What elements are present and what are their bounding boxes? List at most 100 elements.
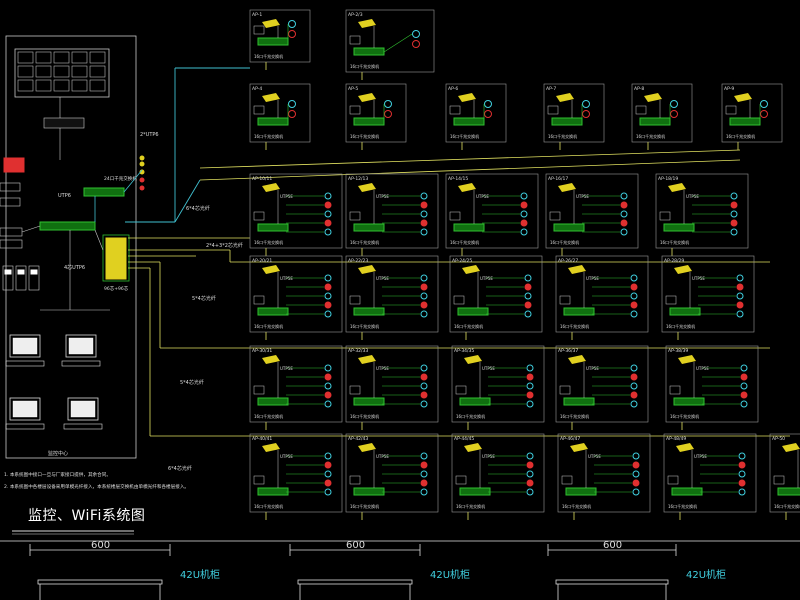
cell-label: AP-6 <box>448 86 458 92</box>
cell-label: AP-50 <box>772 436 785 442</box>
video-wall-screen <box>53 79 70 92</box>
wifi-ap-cyan <box>484 100 492 108</box>
cable-type: UTP5E <box>376 276 389 281</box>
floor-cell: AP-1 16口千兆交换机 <box>249 9 311 70</box>
cable-type: UTP5E <box>376 366 389 371</box>
cable-type: UTP5E <box>586 366 599 371</box>
wifi-ap <box>524 274 532 282</box>
patch-panel <box>667 475 679 485</box>
floor-switch <box>777 487 800 496</box>
access-point <box>570 443 588 452</box>
rack-label: 42U机柜 <box>180 568 220 581</box>
floor-cell: AP-2/3 16口千兆交换机 <box>345 9 435 80</box>
floor-switch <box>669 307 701 316</box>
wifi-ap <box>632 452 640 460</box>
access-point <box>644 93 662 102</box>
cabinet-dimension: 600 42U机柜 <box>29 540 220 600</box>
wifi-ap <box>324 201 332 209</box>
cable-type: UTP5E <box>280 276 293 281</box>
wifi-ap <box>620 219 628 227</box>
access-point <box>668 183 686 192</box>
wifi-ap <box>738 479 746 487</box>
access-point <box>676 443 694 452</box>
wifi-ap <box>736 292 744 300</box>
floor-switch <box>673 397 705 406</box>
poe-switch <box>83 187 125 197</box>
access-point <box>568 265 586 274</box>
fiber-port <box>105 240 127 244</box>
wifi-ap-red <box>670 110 678 118</box>
floor-switch <box>459 397 491 406</box>
switch-label: 16口千兆交换机 <box>774 503 800 509</box>
wifi-ap <box>632 461 640 469</box>
wifi-ap <box>740 382 748 390</box>
wifi-ap <box>736 283 744 291</box>
video-wall-screen <box>89 65 106 78</box>
switch-label: 16口千兆交换机 <box>254 323 283 329</box>
floor-cell: AP-5 16口千兆交换机 <box>345 83 407 150</box>
wifi-ap <box>630 382 638 390</box>
floor-switch <box>353 223 385 232</box>
floor-switch <box>257 487 289 496</box>
floor-cell: AP-14/15 UTP5E 16口千兆交换机 <box>445 173 539 256</box>
floor-switch <box>453 117 485 126</box>
cable-type: UTP5E <box>576 194 589 199</box>
fiber-port <box>105 264 127 268</box>
wifi-ap <box>420 283 428 291</box>
cell-frame <box>345 345 439 423</box>
floor-cell: AP-30/31 UTP5E 16口千兆交换机 <box>249 345 343 430</box>
wifi-ap <box>526 391 534 399</box>
wifi-ap <box>324 479 332 487</box>
fiber-port <box>105 261 127 265</box>
wifi-ap <box>736 301 744 309</box>
wifi-ap <box>740 391 748 399</box>
wifi-ap <box>420 373 428 381</box>
wifi-ap-red <box>288 30 296 38</box>
floor-cell: AP-36/37 UTP5E 16口千兆交换机 <box>555 345 649 430</box>
patch-panel <box>253 25 265 35</box>
wifi-ap <box>324 364 332 372</box>
wifi-ap <box>420 452 428 460</box>
floor-switch <box>257 37 289 46</box>
patch-panel <box>253 295 265 305</box>
switch-label: 16口千兆交换机 <box>350 413 379 419</box>
wifi-ap-red <box>412 40 420 48</box>
cell-label: AP-44/45 <box>454 436 474 442</box>
cell-label: AP-30/31 <box>252 348 272 354</box>
patch-panel <box>561 475 573 485</box>
fiber-port <box>105 249 127 253</box>
rack-label: 42U机柜 <box>430 568 470 581</box>
cable-type: UTP5E <box>280 194 293 199</box>
wifi-ap <box>520 228 528 236</box>
cell-label: AP-2/3 <box>348 12 363 18</box>
patch-panel <box>349 475 361 485</box>
cable-type: UTP5E <box>280 366 293 371</box>
switch-label: 16口千兆交换机 <box>450 133 479 139</box>
access-point <box>358 183 376 192</box>
video-wall-screen <box>17 51 34 64</box>
floor-cell: AP-16/17 UTP5E 16口千兆交换机 <box>545 173 639 256</box>
camera-dot <box>139 155 145 161</box>
access-point <box>358 19 376 28</box>
wifi-ap <box>420 364 428 372</box>
wifi-ap-cyan <box>288 20 296 28</box>
storage-light <box>30 269 38 275</box>
cell-frame <box>249 345 343 423</box>
cable-type: UTP5E <box>482 454 495 459</box>
floor-switch <box>553 223 585 232</box>
cable-label: 6*4芯光纤 <box>168 465 192 472</box>
floor-cell: AP-34/35 UTP5E 16口千兆交换机 <box>451 345 545 430</box>
wifi-ap <box>520 219 528 227</box>
dimension-value: 600 <box>346 540 365 551</box>
patch-panel <box>349 105 361 115</box>
switch-label: 16口千兆交换机 <box>254 413 283 419</box>
cable-type: UTP5E <box>480 276 493 281</box>
fiber-port <box>105 255 127 259</box>
cell-label: AP-14/15 <box>448 176 468 182</box>
wifi-ap <box>630 400 638 408</box>
floor-switch <box>729 117 761 126</box>
wifi-ap-cyan <box>384 100 392 108</box>
wifi-ap-cyan <box>582 100 590 108</box>
access-point <box>358 265 376 274</box>
wifi-ap <box>526 364 534 372</box>
